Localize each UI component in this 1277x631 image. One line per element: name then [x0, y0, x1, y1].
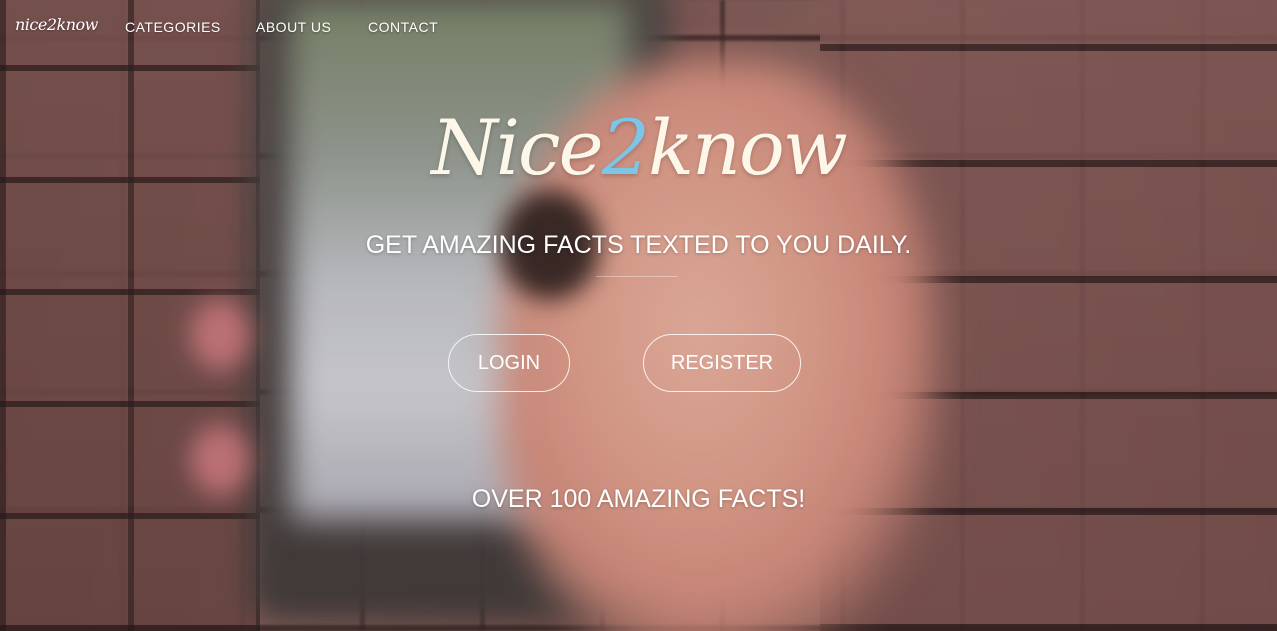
nav-link-contact[interactable]: CONTACT [368, 19, 438, 35]
overlay-shade [0, 0, 1277, 631]
register-button[interactable]: REGISTER [643, 334, 801, 392]
logo-accent: 2 [601, 103, 650, 192]
divider [596, 276, 678, 277]
login-button[interactable]: LOGIN [448, 334, 570, 392]
background-image [0, 0, 1277, 631]
facts-count-text: OVER 100 AMAZING FACTS! [471, 485, 806, 513]
top-nav: nice2know CATEGORIES ABOUT US CONTACT [0, 0, 1277, 56]
nav-link-about-us[interactable]: ABOUT US [256, 19, 331, 35]
logo-suffix: know [647, 103, 848, 192]
hero-tagline: GET AMAZING FACTS TEXTED TO YOU DAILY. [365, 231, 912, 259]
hero-logo: Nice2know [0, 110, 1277, 186]
nav-link-categories[interactable]: CATEGORIES [125, 19, 221, 35]
logo-prefix: Nice [431, 103, 603, 192]
brand-logo-link[interactable]: nice2know [15, 15, 98, 34]
